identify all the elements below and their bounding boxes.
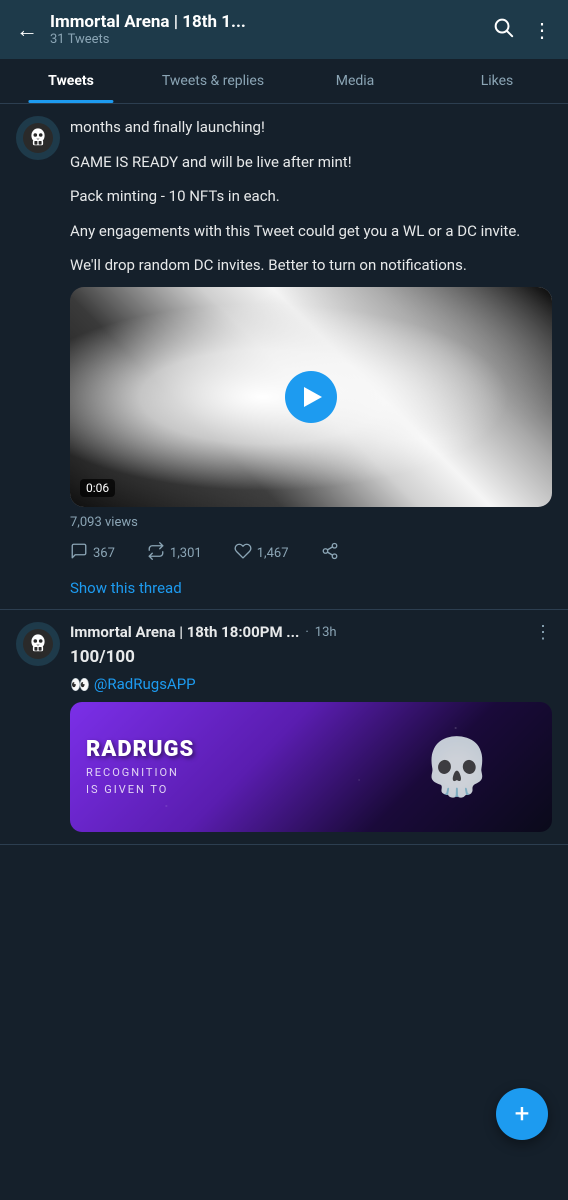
tweet-2-author: Immortal Arena | 18th 18:00PM ...	[70, 623, 299, 641]
banner-skull: 💀	[422, 734, 492, 800]
like-count: 1,467	[257, 546, 289, 561]
tweet-content: months and finally launching! GAME IS RE…	[70, 116, 552, 597]
radrugs-banner[interactable]: RADRUGS RECOGNITION IS GIVEN TO 💀	[70, 702, 552, 832]
tweet-card-2: Immortal Arena | 18th 18:00PM ... · 13h …	[0, 610, 568, 845]
view-count: 7,093 views	[70, 515, 552, 530]
reply-action[interactable]: 367	[70, 542, 115, 565]
more-options-icon[interactable]: ⋮	[532, 18, 552, 42]
tweet-text: months and finally launching! GAME IS RE…	[70, 116, 552, 277]
tweet-2-more-icon[interactable]: ⋮	[534, 622, 552, 643]
like-action[interactable]: 1,467	[234, 542, 289, 565]
eyes-emoji: 👀	[70, 675, 90, 694]
radrugs-title: RADRUGS	[86, 737, 194, 762]
tweet-2-meta: Immortal Arena | 18th 18:00PM ... · 13h …	[70, 622, 552, 643]
tweet-2-mention[interactable]: 👀 @RadRugsAPP	[70, 675, 552, 694]
tweet-2-content: Immortal Arena | 18th 18:00PM ... · 13h …	[70, 622, 552, 832]
retweet-action[interactable]: 1,301	[147, 542, 202, 565]
tweet-line-2: GAME IS READY and will be live after min…	[70, 151, 552, 174]
header-icons: ⋮	[492, 16, 552, 43]
header-title: Immortal Arena | 18th 1...	[50, 12, 480, 32]
tweet-header: months and finally launching! GAME IS RE…	[16, 116, 552, 597]
avatar	[16, 116, 60, 160]
header-title-block: Immortal Arena | 18th 1... 31 Tweets	[50, 12, 480, 47]
banner-text-block: RADRUGS RECOGNITION IS GIVEN TO	[86, 737, 194, 796]
header: ← Immortal Arena | 18th 1... 31 Tweets ⋮	[0, 0, 568, 59]
video-duration: 0:06	[80, 479, 115, 497]
tab-likes[interactable]: Likes	[426, 59, 568, 103]
avatar-2	[16, 622, 60, 666]
tab-media[interactable]: Media	[284, 59, 426, 103]
retweet-icon	[147, 542, 165, 565]
radrugs-subtitle: RECOGNITION	[86, 766, 194, 779]
share-icon	[321, 542, 339, 565]
compose-fab[interactable]: +	[496, 1088, 548, 1140]
tweet-card-1: months and finally launching! GAME IS RE…	[0, 104, 568, 610]
show-thread-link[interactable]: Show this thread	[70, 579, 182, 597]
radrugs-line3: IS GIVEN TO	[86, 783, 194, 796]
tab-tweets[interactable]: Tweets	[0, 59, 142, 103]
share-action[interactable]	[321, 542, 339, 565]
video-thumbnail[interactable]: 0:06	[70, 287, 552, 507]
reply-count: 367	[93, 546, 115, 561]
action-bar: 367 1,301	[70, 538, 552, 569]
tweet-2-timestamp: 13h	[315, 625, 337, 640]
heart-icon	[234, 542, 252, 565]
tweet-line-4: Any engagements with this Tweet could ge…	[70, 220, 552, 243]
header-subtitle: 31 Tweets	[50, 32, 480, 47]
tweet-line-1: months and finally launching!	[70, 116, 552, 139]
search-icon[interactable]	[492, 16, 514, 43]
mention-handle[interactable]: @RadRugsAPP	[94, 675, 196, 693]
tweet-2-time: ·	[305, 625, 308, 640]
tweet-line-3: Pack minting - 10 NFTs in each.	[70, 185, 552, 208]
tabs-bar: Tweets Tweets & replies Media Likes	[0, 59, 568, 104]
tweet-2-row: Immortal Arena | 18th 18:00PM ... · 13h …	[16, 622, 552, 832]
play-button[interactable]	[285, 371, 337, 423]
play-icon	[304, 387, 322, 407]
reply-icon	[70, 542, 88, 565]
tweet-2-text: 100/100	[70, 647, 552, 667]
retweet-count: 1,301	[170, 546, 202, 561]
tweet-line-5: We'll drop random DC invites. Better to …	[70, 254, 552, 277]
tab-tweets-replies[interactable]: Tweets & replies	[142, 59, 284, 103]
back-button[interactable]: ←	[16, 17, 38, 43]
